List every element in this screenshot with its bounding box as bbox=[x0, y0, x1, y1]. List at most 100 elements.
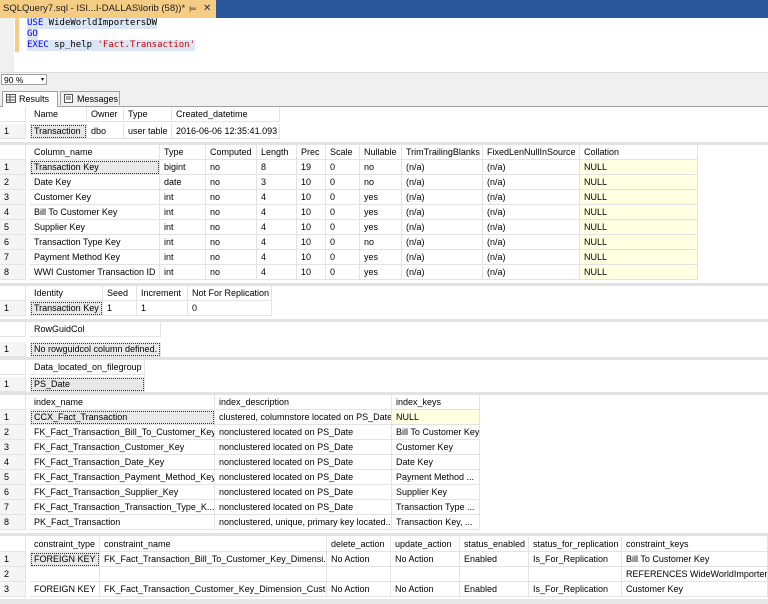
column-header[interactable]: Type bbox=[160, 145, 206, 160]
grid-cell[interactable]: nonclustered located on PS_Date bbox=[215, 455, 392, 470]
grid-cell[interactable]: (n/a) bbox=[402, 250, 483, 265]
grid-cell[interactable]: bigint bbox=[160, 160, 206, 175]
row-number[interactable]: 8 bbox=[0, 515, 26, 530]
row-number-header[interactable] bbox=[0, 360, 26, 375]
column-header[interactable]: Identity bbox=[30, 286, 103, 301]
grid-cell[interactable]: no bbox=[206, 160, 257, 175]
grid-cell[interactable]: 0 bbox=[326, 190, 360, 205]
grid-cell[interactable]: no bbox=[206, 175, 257, 190]
grid-cell[interactable]: (n/a) bbox=[483, 250, 580, 265]
grid-cell[interactable]: (n/a) bbox=[402, 205, 483, 220]
pin-icon[interactable]: ⊨ bbox=[189, 0, 197, 18]
grid-cell[interactable]: 4 bbox=[257, 235, 297, 250]
grid-cell[interactable]: (n/a) bbox=[483, 220, 580, 235]
column-header[interactable]: Data_located_on_filegroup bbox=[30, 360, 145, 375]
grid-cell[interactable]: Payment Method Key bbox=[30, 250, 160, 265]
grid-cell[interactable]: yes bbox=[360, 190, 402, 205]
grid-cell[interactable]: No Action bbox=[391, 552, 460, 567]
row-number[interactable]: 4 bbox=[0, 455, 26, 470]
grid-cell[interactable]: (n/a) bbox=[483, 235, 580, 250]
column-header[interactable]: RowGuidCol bbox=[30, 322, 161, 337]
column-header[interactable]: constraint_keys bbox=[622, 537, 768, 552]
grid-cell[interactable]: nonclustered located on PS_Date bbox=[215, 485, 392, 500]
row-number[interactable]: 6 bbox=[0, 485, 26, 500]
row-number-header[interactable] bbox=[0, 537, 26, 552]
grid-cell[interactable]: yes bbox=[360, 250, 402, 265]
grid-cell[interactable]: FOREIGN KEY bbox=[30, 552, 100, 567]
grid-cell[interactable]: (n/a) bbox=[483, 205, 580, 220]
grid-cell[interactable]: int bbox=[160, 205, 206, 220]
column-header[interactable]: FixedLenNullInSource bbox=[483, 145, 580, 160]
column-header[interactable]: Created_datetime bbox=[172, 107, 280, 122]
grid-cell[interactable]: 10 bbox=[297, 175, 326, 190]
grid-cell[interactable]: Transaction Type ... bbox=[392, 500, 480, 515]
grid-cell[interactable]: (n/a) bbox=[402, 235, 483, 250]
grid-cell[interactable]: FK_Fact_Transaction_Bill_To_Customer_Key bbox=[30, 425, 215, 440]
horizontal-scrollbar[interactable] bbox=[0, 599, 768, 604]
column-header[interactable]: constraint_name bbox=[100, 537, 327, 552]
grid-cell[interactable]: user table bbox=[124, 124, 172, 139]
column-header[interactable]: Increment bbox=[137, 286, 188, 301]
row-number-header[interactable] bbox=[0, 395, 26, 410]
grid-cell[interactable]: 0 bbox=[326, 265, 360, 280]
column-header[interactable]: delete_action bbox=[327, 537, 391, 552]
grid-cell[interactable]: FK_Fact_Transaction_Supplier_Key bbox=[30, 485, 215, 500]
grid-cell[interactable]: nonclustered located on PS_Date bbox=[215, 440, 392, 455]
code-line-2[interactable]: GO bbox=[27, 29, 38, 40]
grid-cell[interactable]: Date Key bbox=[392, 455, 480, 470]
column-header[interactable]: index_name bbox=[30, 395, 215, 410]
column-header[interactable]: index_description bbox=[215, 395, 392, 410]
grid-cell[interactable]: yes bbox=[360, 265, 402, 280]
grid-cell[interactable]: Bill To Customer Key bbox=[622, 552, 768, 567]
row-number[interactable]: 1 bbox=[0, 377, 26, 392]
grid-cell[interactable]: NULL bbox=[580, 220, 698, 235]
grid-cell[interactable]: int bbox=[160, 250, 206, 265]
grid-cell[interactable]: 0 bbox=[188, 301, 272, 316]
grid-cell[interactable]: (n/a) bbox=[483, 160, 580, 175]
code-line-3[interactable]: EXEC sp_help 'Fact.Transaction' bbox=[27, 40, 196, 51]
grid-cell[interactable]: 4 bbox=[257, 190, 297, 205]
grid-cell[interactable]: no bbox=[206, 265, 257, 280]
grid-cell[interactable]: (n/a) bbox=[402, 160, 483, 175]
grid-cell[interactable]: 4 bbox=[257, 220, 297, 235]
zoom-dropdown[interactable]: 90 % ▾ bbox=[1, 74, 47, 85]
grid-cell[interactable]: No rowguidcol column defined. bbox=[30, 342, 161, 357]
row-number[interactable]: 5 bbox=[0, 470, 26, 485]
column-header[interactable]: Collation bbox=[580, 145, 698, 160]
row-number[interactable]: 2 bbox=[0, 567, 26, 582]
column-header[interactable]: TrimTrailingBlanks bbox=[402, 145, 483, 160]
row-number[interactable]: 1 bbox=[0, 124, 26, 139]
grid-cell[interactable]: (n/a) bbox=[483, 265, 580, 280]
grid-cell[interactable]: Is_For_Replication bbox=[529, 552, 622, 567]
grid-cell[interactable]: (n/a) bbox=[402, 220, 483, 235]
grid-cell[interactable] bbox=[529, 567, 622, 582]
grid-cell[interactable]: (n/a) bbox=[402, 265, 483, 280]
grid-cell[interactable]: 10 bbox=[297, 205, 326, 220]
grid-cell[interactable]: int bbox=[160, 220, 206, 235]
column-header[interactable]: Seed bbox=[103, 286, 137, 301]
grid-cell[interactable]: NULL bbox=[580, 175, 698, 190]
grid-cell[interactable]: no bbox=[206, 235, 257, 250]
grid-cell[interactable]: 0 bbox=[326, 220, 360, 235]
column-header[interactable]: Prec bbox=[297, 145, 326, 160]
column-header[interactable]: Not For Replication bbox=[188, 286, 272, 301]
grid-cell[interactable]: no bbox=[360, 175, 402, 190]
column-header[interactable]: Column_name bbox=[30, 145, 160, 160]
grid-cell[interactable]: (n/a) bbox=[402, 175, 483, 190]
column-header[interactable]: Type bbox=[124, 107, 172, 122]
grid-cell[interactable]: Transaction Key bbox=[30, 301, 103, 316]
row-number[interactable]: 2 bbox=[0, 175, 26, 190]
grid-cell[interactable]: Transaction Key, ... bbox=[392, 515, 480, 530]
grid-cell[interactable]: Transaction bbox=[30, 124, 87, 139]
grid-cell[interactable]: FK_Fact_Transaction_Bill_To_Customer_Key… bbox=[100, 552, 327, 567]
row-number-header[interactable] bbox=[0, 145, 26, 160]
grid-cell[interactable]: 4 bbox=[257, 265, 297, 280]
column-header[interactable]: Scale bbox=[326, 145, 360, 160]
grid-cell[interactable]: FOREIGN KEY bbox=[30, 582, 100, 597]
grid-cell[interactable]: NULL bbox=[580, 250, 698, 265]
row-number-header[interactable] bbox=[0, 107, 26, 122]
grid-cell[interactable]: no bbox=[206, 250, 257, 265]
grid-cell[interactable]: 19 bbox=[297, 160, 326, 175]
grid-cell[interactable] bbox=[100, 567, 327, 582]
grid-cell[interactable]: nonclustered located on PS_Date bbox=[215, 425, 392, 440]
